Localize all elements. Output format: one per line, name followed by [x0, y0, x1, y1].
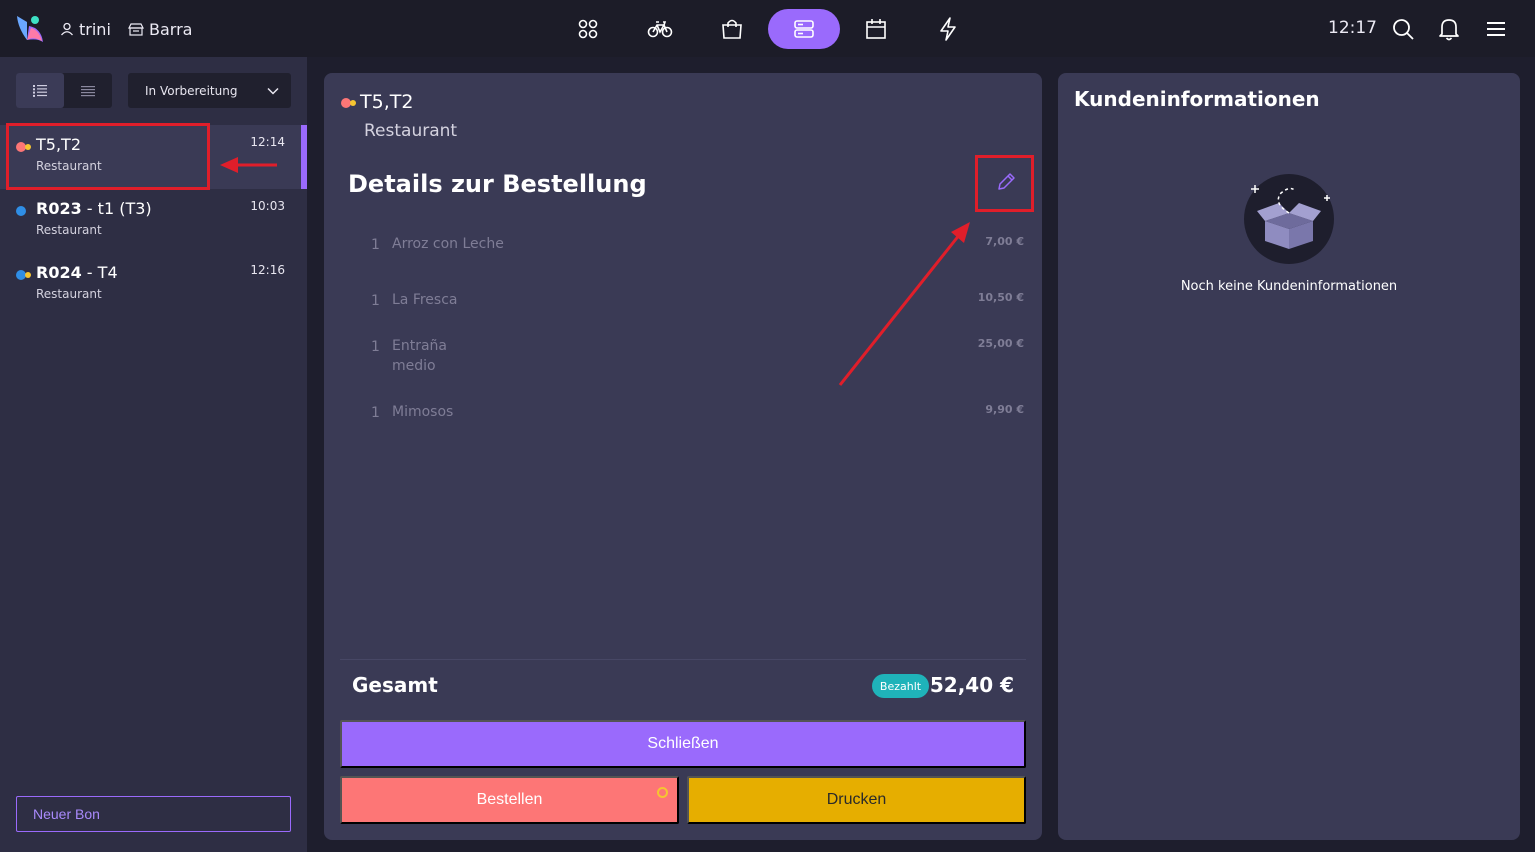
item-quantity: 1: [371, 339, 380, 355]
item-price: 7,00 €: [985, 235, 1024, 248]
highlight-box: [6, 123, 210, 190]
empty-customer-text: Noch keine Kundeninformationen: [1180, 279, 1398, 294]
dotted-list-icon: [33, 84, 47, 97]
clock: 12:17: [1328, 18, 1377, 38]
nav-takeaway[interactable]: [696, 9, 768, 49]
view-toggle: [16, 73, 112, 108]
current-user[interactable]: trini: [60, 18, 111, 40]
top-bar: trini Barra 12:17: [0, 0, 1535, 57]
item-quantity: 1: [371, 293, 380, 309]
customer-info-panel: Kundeninformationen Noch keine Kundeninf…: [1058, 73, 1520, 840]
selected-indicator: [301, 125, 307, 189]
menu-button[interactable]: [1483, 16, 1509, 42]
order-subtitle: Restaurant: [36, 287, 102, 301]
item-price: 9,90 €: [985, 403, 1024, 416]
list-view-button[interactable]: [64, 73, 112, 108]
customer-info-heading: Kundeninformationen: [1074, 87, 1320, 111]
highlight-box: [975, 155, 1034, 212]
item-name: Arroz con Leche: [392, 236, 504, 252]
empty-box-icon: [1244, 174, 1334, 264]
list-icon: [81, 85, 95, 96]
app-logo[interactable]: [15, 14, 45, 44]
item-name: Entraña: [392, 338, 447, 354]
order-list-item[interactable]: R023 - t1 (T3) Restaurant 10:03: [0, 189, 307, 253]
item-quantity: 1: [371, 237, 380, 253]
status-dots-icon: [16, 270, 31, 280]
bell-icon: [1439, 19, 1459, 41]
order-subtitle: Restaurant: [364, 121, 458, 141]
notifications-button[interactable]: [1436, 16, 1462, 42]
calendar-icon: [866, 19, 886, 39]
send-order-label: Bestellen: [476, 791, 543, 808]
menu-icon: [1487, 22, 1505, 36]
send-order-button[interactable]: Bestellen: [340, 776, 679, 824]
print-button[interactable]: Drucken: [687, 776, 1026, 824]
site-name: Barra: [149, 19, 193, 39]
pending-indicator: [657, 787, 668, 798]
order-time: 10:03: [250, 199, 285, 213]
user-name: trini: [79, 19, 111, 39]
order-title: R024 - T4: [36, 263, 118, 282]
status-dot-icon: [16, 206, 26, 216]
item-quantity: 1: [371, 405, 380, 421]
user-icon: [61, 22, 73, 36]
details-heading: Details zur Bestellung: [348, 170, 647, 198]
current-site[interactable]: Barra: [128, 18, 192, 40]
order-title: T5,T2: [360, 91, 414, 113]
total-value: 52,40 €: [929, 673, 1014, 697]
item-price: 25,00 €: [977, 337, 1024, 350]
item-name: La Fresca: [392, 292, 458, 308]
store-icon: [128, 23, 144, 36]
total-divider: [340, 659, 1026, 660]
total-label: Gesamt: [352, 673, 438, 697]
item-modifier: medio: [392, 358, 436, 374]
status-filter-value: In Vorbereitung: [145, 83, 238, 98]
item-name: Mimosos: [392, 404, 454, 420]
grid-icon: [578, 19, 598, 39]
shopping-bag-icon: [722, 19, 742, 39]
order-title: R023 - t1 (T3): [36, 199, 152, 218]
item-price: 10,50 €: [977, 291, 1024, 304]
nav-dashboard[interactable]: [552, 9, 624, 49]
print-label: Drucken: [826, 791, 887, 808]
status-filter-select[interactable]: In Vorbereitung: [128, 73, 291, 108]
lightning-icon: [940, 17, 956, 41]
new-bon-button[interactable]: Neuer Bon: [16, 796, 291, 832]
grid-view-button[interactable]: [16, 73, 64, 108]
close-order-button[interactable]: Schließen: [340, 720, 1026, 768]
close-order-label: Schließen: [647, 735, 719, 752]
nav-quick[interactable]: [912, 9, 984, 49]
order-list-item[interactable]: R024 - T4 Restaurant 12:16: [0, 253, 307, 317]
bike-icon: [647, 21, 673, 38]
nav-delivery[interactable]: [624, 9, 696, 49]
order-subtitle: Restaurant: [36, 223, 102, 237]
nav-orders[interactable]: [768, 9, 840, 49]
search-icon: [1393, 19, 1414, 40]
nav-reservations[interactable]: [840, 9, 912, 49]
order-time: 12:14: [250, 135, 285, 149]
order-detail-panel: T5,T2 Restaurant Details zur Bestellung …: [324, 73, 1042, 840]
status-dots-icon: [341, 98, 356, 108]
search-button[interactable]: [1390, 16, 1416, 42]
order-time: 12:16: [250, 263, 285, 277]
chevron-down-icon: [267, 87, 279, 95]
paid-badge: Bezahlt: [872, 674, 929, 698]
server-icon: [794, 20, 814, 38]
